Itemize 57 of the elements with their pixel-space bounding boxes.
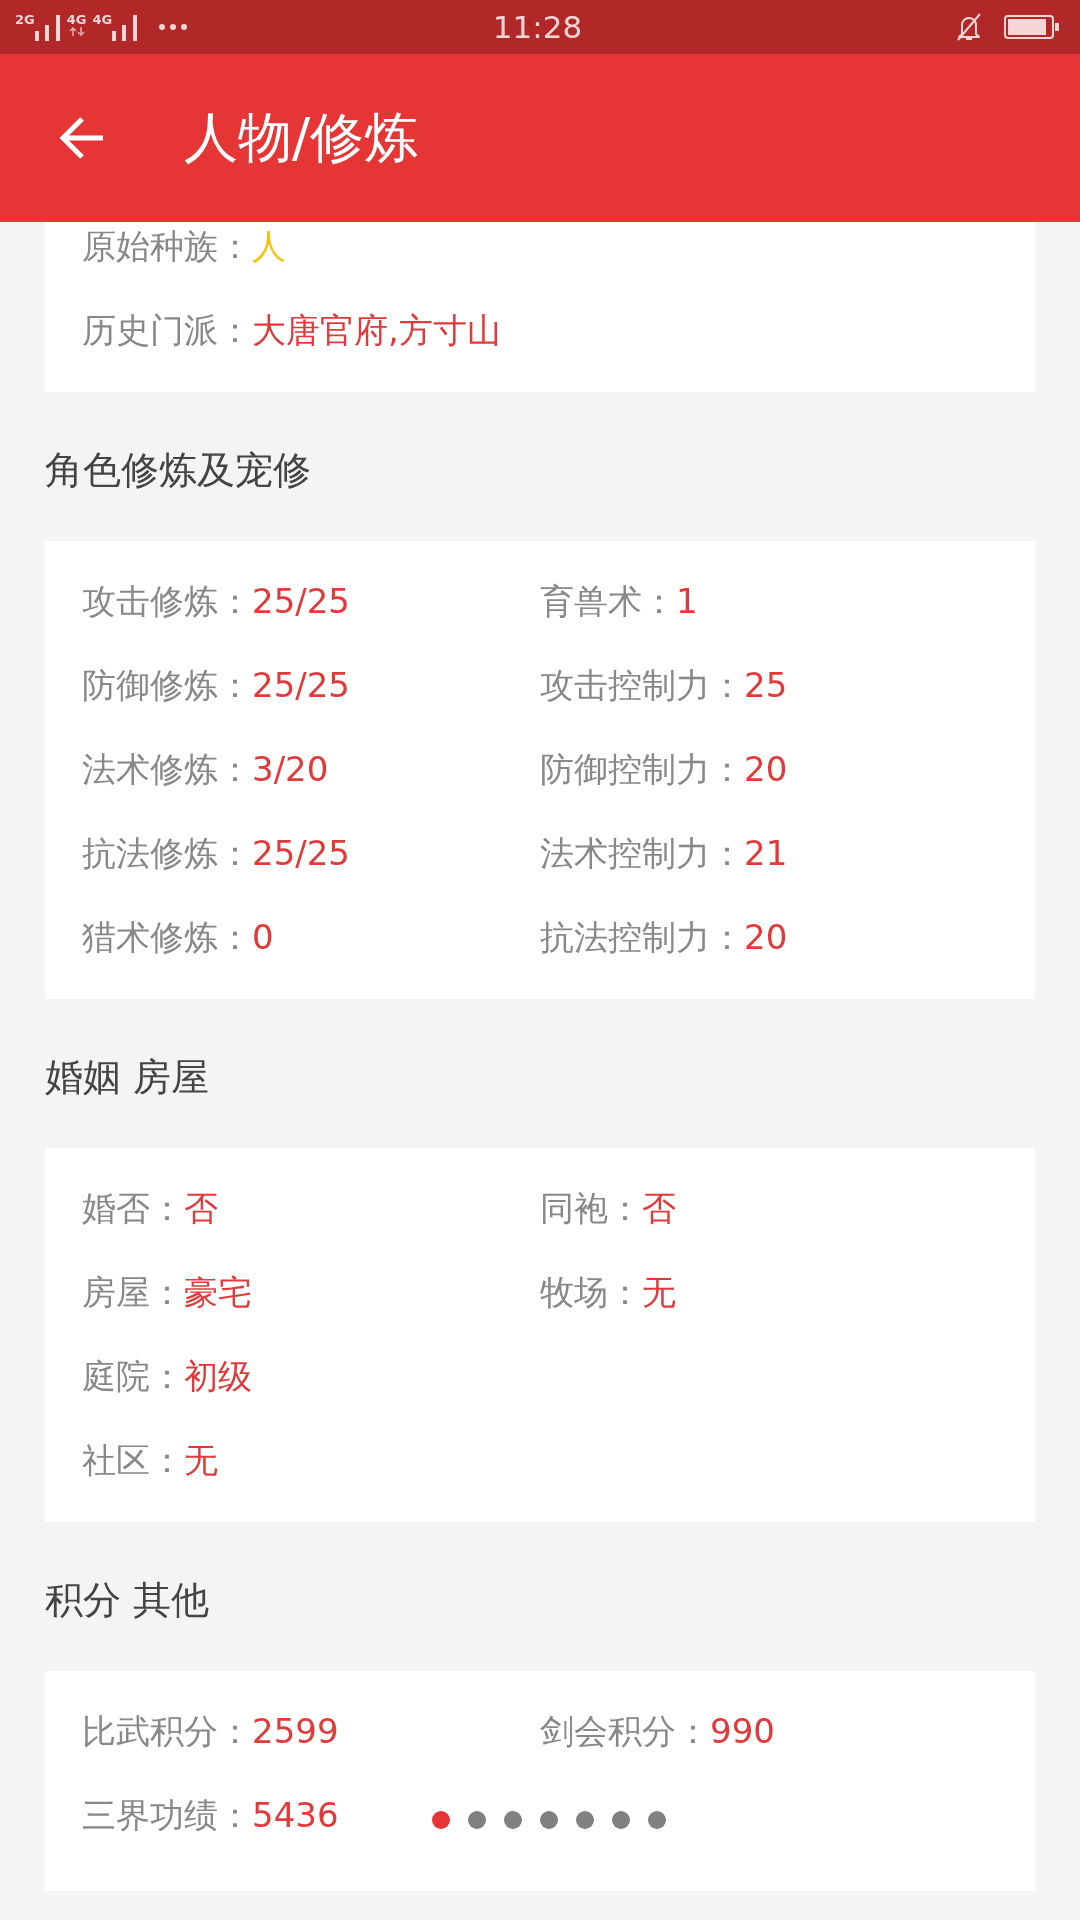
signal-bars-icon [112,15,139,41]
field-label: 比武积分： [82,1710,252,1753]
field-value: 5436 [252,1794,339,1837]
field-value: 否 [642,1187,676,1230]
field-value: 无 [184,1439,218,1482]
field-value: 否 [184,1187,218,1230]
field-value: 人 [252,225,286,268]
field-label: 防御控制力： [540,748,744,791]
section-title: 婚姻 房屋 [45,1054,210,1100]
field-label: 原始种族： [82,225,252,268]
network-label: 2G [15,13,35,26]
field-value: 豪宅 [184,1271,252,1314]
section-title: 角色修炼及宠修 [45,447,311,493]
field-label: 房屋： [82,1271,184,1314]
field-label: 抗法控制力： [540,916,744,959]
field-value: 25 [744,664,788,707]
field-label: 防御修炼： [82,664,252,707]
field-value: 初级 [184,1355,252,1398]
field-value: 2599 [252,1710,339,1753]
network-label: 4G [92,13,113,26]
page-title: 人物/修炼 [184,106,419,170]
field-value: 无 [642,1271,676,1314]
field-value: 3/20 [252,748,329,791]
network-label: 4G [66,13,87,27]
signal-bars-icon [34,15,61,41]
field-label: 庭院： [82,1355,184,1398]
field-label: 三界功绩： [82,1794,252,1837]
field-label: 社区： [82,1439,184,1482]
field-value: 25/25 [252,832,350,875]
back-arrow-button[interactable] [59,115,105,161]
field-label: 法术控制力： [540,832,744,875]
status-time: 11:28 [492,9,583,45]
field-value: 0 [252,916,274,959]
field-label: 剑会积分： [540,1710,710,1753]
field-value: 25/25 [252,580,350,623]
field-label: 育兽术： [540,580,676,623]
field-value: 20 [744,916,788,959]
field-label: 抗法修炼： [82,832,252,875]
data-arrows-icon [68,27,85,36]
field-label: 法术修炼： [82,748,252,791]
battery-icon [1004,15,1060,39]
field-label: 同袍： [540,1187,642,1230]
field-value: 大唐官府,方寸山 [252,309,501,352]
field-label: 猎术修炼： [82,916,252,959]
field-value: 21 [744,832,788,875]
more-dots-icon [158,23,189,31]
field-value: 20 [744,748,788,791]
field-label: 历史门派： [82,309,252,352]
field-label: 攻击修炼： [82,580,252,623]
bell-off-icon [954,12,984,42]
field-label: 婚否： [82,1187,184,1230]
field-label: 攻击控制力： [540,664,744,707]
field-value: 25/25 [252,664,350,707]
section-title: 积分 其他 [45,1577,210,1623]
field-value: 1 [676,580,698,623]
field-label: 牧场： [540,1271,642,1314]
field-value: 990 [710,1710,775,1753]
